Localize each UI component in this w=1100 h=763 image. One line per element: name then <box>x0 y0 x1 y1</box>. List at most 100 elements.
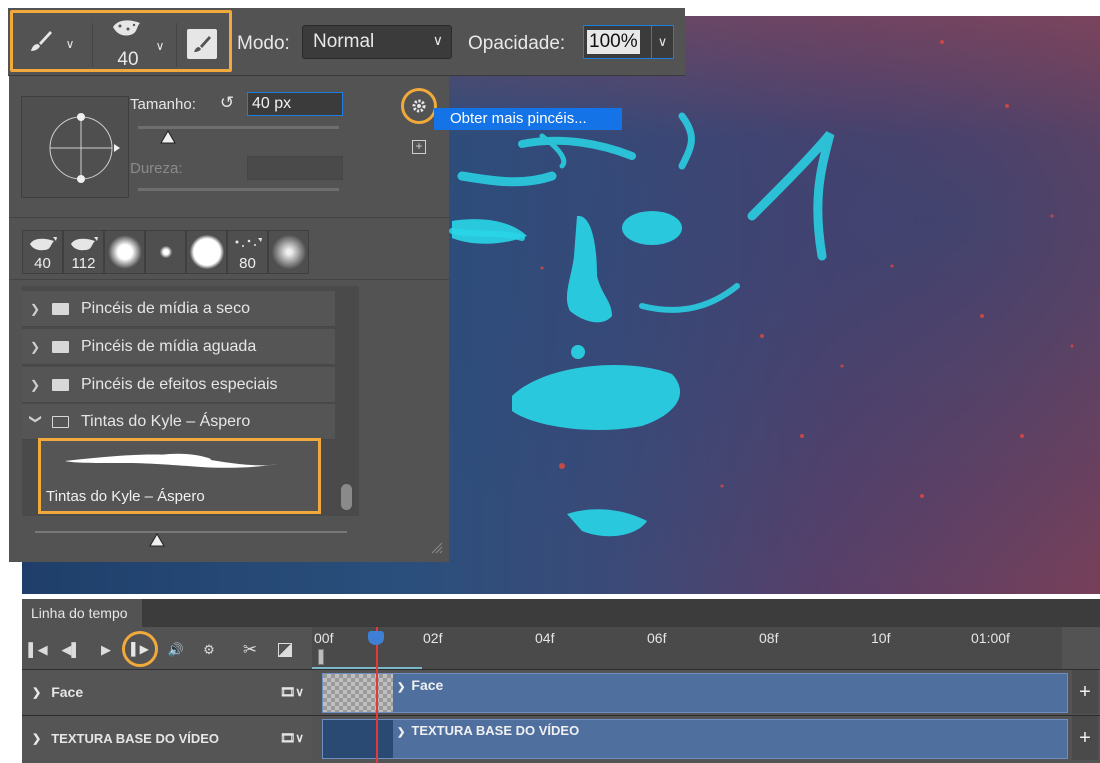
work-area-start-handle[interactable] <box>318 649 324 665</box>
selected-brush-label: Tintas do Kyle – Áspero <box>46 488 205 505</box>
toolbar-divider <box>176 23 177 67</box>
reset-icon[interactable]: ↺ <box>217 93 237 113</box>
size-slider[interactable] <box>138 126 339 129</box>
add-media-button[interactable]: + <box>1072 716 1098 760</box>
toolbar-divider <box>92 23 93 67</box>
playhead-line <box>376 627 378 763</box>
tool-preset-chevron-down-icon[interactable]: ∨ <box>63 37 77 51</box>
preset-size: 40 <box>34 255 51 272</box>
brush-tip-preview-icon[interactable] <box>109 15 145 41</box>
track-clip[interactable]: ❯ TEXTURA BASE DO VÍDEO <box>322 719 1068 759</box>
clip-name: ❯ TEXTURA BASE DO VÍDEO <box>397 723 580 738</box>
chevron-right-icon: ❯ <box>30 301 41 316</box>
ruler-tick: 02f <box>423 630 443 646</box>
panel-divider <box>9 279 449 280</box>
clip-thumbnail <box>323 674 393 712</box>
list-scrollbar[interactable] <box>339 286 353 516</box>
mode-label: Modo: <box>237 33 290 54</box>
size-label: Tamanho: <box>130 96 196 113</box>
track-row-face: ❯ Face 🎞∨ ❯ Face + <box>22 669 1100 714</box>
hardness-label: Dureza: <box>130 160 183 177</box>
options-bar: ∨ 40 ∨ Modo: Normal ∨ Opacidade: 100% ∨ <box>8 8 685 76</box>
size-slider-thumb[interactable] <box>160 130 176 144</box>
folder-icon <box>52 302 69 315</box>
hard-round-brush-icon <box>189 235 224 269</box>
size-input[interactable]: 40 px <box>247 92 343 116</box>
track-name: TEXTURA BASE DO VÍDEO <box>51 730 220 746</box>
get-more-brushes-tooltip[interactable]: Obter mais pincéis... <box>434 108 622 130</box>
track-header[interactable]: ❯ Face 🎞∨ <box>22 670 312 714</box>
film-strip-icon[interactable]: 🎞∨ <box>280 685 304 699</box>
folder-icon <box>52 378 69 391</box>
soft-round-brush-icon <box>271 235 306 269</box>
brush-stroke-preview <box>65 453 277 468</box>
brush-preset-panel: Tamanho: ↺ 40 px Dureza: + 40 112 80 ❯ P… <box>9 76 449 562</box>
brush-settings-panel-icon[interactable] <box>187 29 217 59</box>
chevron-right-icon: ❯ <box>30 377 41 392</box>
chevron-right-icon: ❯ <box>32 686 42 699</box>
rough-brush-icon <box>70 237 98 251</box>
clip-name: ❯ Face <box>397 677 444 693</box>
previous-frame-icon[interactable]: ◀▌ <box>60 639 82 661</box>
brush-tool-icon[interactable] <box>25 25 57 57</box>
ruler-tick: 01:00f <box>971 630 1010 646</box>
preview-size-slider-thumb[interactable] <box>149 533 165 547</box>
panel-settings-gear-icon[interactable] <box>401 88 437 124</box>
brush-angle-preview[interactable] <box>21 96 129 198</box>
clip-thumbnail <box>323 720 393 758</box>
brush-folder-row[interactable]: ❯ Pincéis de efeitos especiais <box>22 367 335 403</box>
timeline-ruler[interactable]: 00f 02f 04f 06f 08f 10f 01:00f <box>312 627 1062 669</box>
chevron-right-icon: ❯ <box>30 339 41 354</box>
chevron-down-icon: ❯ <box>29 413 43 424</box>
recent-brush-preset[interactable] <box>145 230 186 274</box>
scissors-split-icon[interactable]: ✂ <box>239 639 261 661</box>
recent-brush-preset[interactable] <box>186 230 227 274</box>
hardness-input <box>247 156 343 180</box>
tab-timeline[interactable]: Linha do tempo <box>22 599 142 627</box>
recent-brush-preset[interactable] <box>268 230 309 274</box>
brush-folder-label: Pincéis de mídia a seco <box>81 299 250 317</box>
brush-folder-label: Pincéis de mídia aguada <box>81 337 257 355</box>
timeline-settings-gear-icon[interactable]: ⚙ <box>198 639 220 661</box>
opacity-chevron-down-icon[interactable]: ∨ <box>651 26 673 58</box>
brush-folder-label: Pincéis de efeitos especiais <box>81 375 278 393</box>
soft-round-brush-icon <box>107 235 142 269</box>
playhead-handle[interactable] <box>368 631 384 645</box>
brush-folder-row[interactable]: ❯ Tintas do Kyle – Áspero <box>22 404 335 440</box>
brush-preset-picker-chevron-icon[interactable]: ∨ <box>153 39 167 53</box>
next-frame-icon[interactable]: ▌▶ <box>122 631 158 667</box>
film-strip-icon[interactable]: 🎞∨ <box>280 731 304 745</box>
transition-icon[interactable] <box>274 639 296 661</box>
track-header[interactable]: ❯ TEXTURA BASE DO VÍDEO 🎞∨ <box>22 716 312 760</box>
opacity-field[interactable]: 100% ∨ <box>583 25 674 59</box>
recent-brush-preset[interactable]: 40 <box>22 230 63 274</box>
chevron-right-icon: ❯ <box>32 732 42 745</box>
brush-folder-row[interactable]: ❯ Pincéis de mídia aguada <box>22 329 335 365</box>
go-to-first-frame-icon[interactable]: ▌◀ <box>27 639 49 661</box>
preview-size-slider[interactable] <box>35 531 347 533</box>
recent-brush-preset[interactable] <box>104 230 145 274</box>
brush-folder-row[interactable]: ❯ Pincéis de mídia a seco <box>22 291 335 327</box>
new-brush-icon[interactable]: + <box>412 140 426 154</box>
blend-mode-select[interactable]: Normal ∨ <box>302 25 452 59</box>
panel-divider <box>9 217 449 218</box>
brush-folder-label: Tintas do Kyle – Áspero <box>81 412 251 430</box>
add-media-button[interactable]: + <box>1072 670 1098 714</box>
folder-open-icon <box>52 415 69 428</box>
recent-brush-preset[interactable]: 80 <box>227 230 268 274</box>
resize-grip-icon[interactable] <box>429 540 443 554</box>
play-icon[interactable]: ▶ <box>95 639 117 661</box>
recent-brush-preset[interactable]: 112 <box>63 230 104 274</box>
brush-size-label[interactable]: 40 <box>113 49 143 71</box>
opacity-value[interactable]: 100% <box>587 30 640 54</box>
tool-preset-group: ∨ 40 ∨ <box>10 10 232 72</box>
ruler-tick: 10f <box>871 630 891 646</box>
scrollbar-thumb[interactable] <box>341 484 352 510</box>
ruler-tick: 00f <box>314 630 334 646</box>
preset-size: 112 <box>71 255 96 272</box>
audio-speaker-icon[interactable]: 🔊 <box>165 639 187 661</box>
track-clip[interactable]: ❯ Face <box>322 673 1068 713</box>
ruler-tick: 06f <box>647 630 667 646</box>
selected-brush-item[interactable]: Tintas do Kyle – Áspero <box>38 438 321 514</box>
timeline-panel: Linha do tempo ▌◀ ◀▌ ▶ ▌▶ 🔊 ⚙ ✂ 00f 02f … <box>22 599 1100 763</box>
